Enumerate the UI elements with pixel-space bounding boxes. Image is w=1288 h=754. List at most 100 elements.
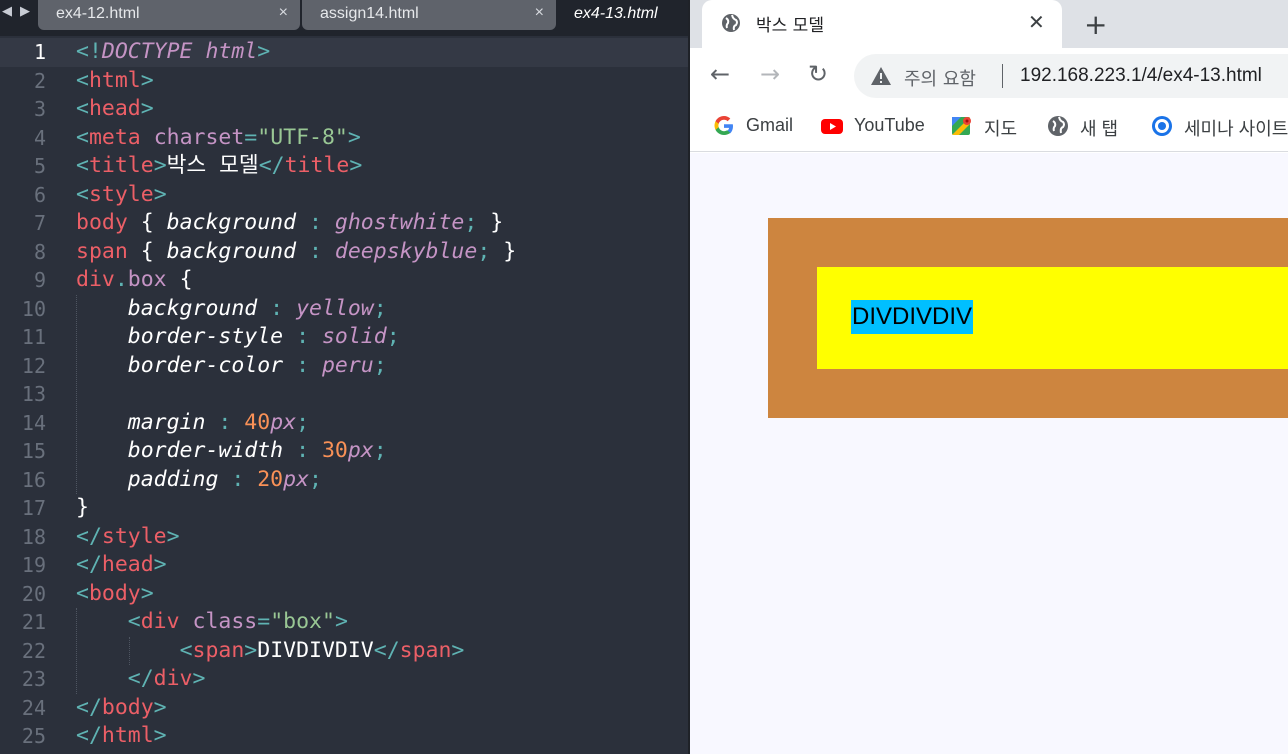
- code-line[interactable]: 12 border-color : peru;: [0, 352, 688, 381]
- code-text[interactable]: <html>: [76, 67, 154, 96]
- tab-scroll-left-icon[interactable]: ◀: [2, 4, 12, 19]
- code-line[interactable]: 7 body { background : ghostwhite; }: [0, 209, 688, 238]
- code-line[interactable]: 13: [0, 380, 688, 409]
- tab-scroll-right-icon[interactable]: ▶: [20, 4, 30, 19]
- code-text[interactable]: <meta charset="UTF-8">: [76, 124, 361, 153]
- line-number[interactable]: 9: [0, 266, 46, 295]
- code-line[interactable]: 24 </body>: [0, 694, 688, 723]
- code-text[interactable]: <span>DIVDIVDIV</span>: [76, 637, 465, 666]
- line-number[interactable]: 17: [0, 494, 46, 523]
- line-number[interactable]: 12: [0, 352, 46, 381]
- code-text[interactable]: padding : 20px;: [76, 466, 322, 495]
- code-text[interactable]: <!DOCTYPE html>: [76, 38, 270, 67]
- code-text[interactable]: </body>: [76, 694, 167, 723]
- code-line[interactable]: 15 border-width : 30px;: [0, 437, 688, 466]
- code-text[interactable]: </div>: [76, 665, 206, 694]
- line-number[interactable]: 11: [0, 323, 46, 352]
- code-line[interactable]: 17}: [0, 494, 688, 523]
- code-text[interactable]: div.box {: [76, 266, 193, 295]
- bookmark-label: Gmail: [746, 115, 794, 135]
- close-icon[interactable]: ×: [279, 4, 288, 22]
- line-number[interactable]: 5: [0, 152, 46, 181]
- code-line[interactable]: 25 </html>: [0, 722, 688, 751]
- forward-arrow-icon[interactable]: →: [760, 60, 780, 88]
- code-text[interactable]: <title>박스 모델</title>: [76, 152, 362, 181]
- code-text[interactable]: <body>: [76, 580, 154, 609]
- close-icon[interactable]: ✕: [1028, 10, 1045, 34]
- line-number[interactable]: 18: [0, 523, 46, 552]
- line-number[interactable]: 6: [0, 181, 46, 210]
- code-line[interactable]: 10 background : yellow;: [0, 295, 688, 324]
- code-token: <: [76, 181, 89, 207]
- editor-tab-assign14[interactable]: assign14.html ×: [302, 0, 556, 30]
- security-warning-text[interactable]: 주의 요함: [904, 65, 976, 91]
- new-tab-plus-icon[interactable]: +: [1084, 8, 1107, 41]
- browser-toolbar: ← → ↻ 주의 요함 192.168.223.1/4/ex4-13.html: [690, 48, 1288, 104]
- code-text[interactable]: <head>: [76, 95, 154, 124]
- line-number[interactable]: 1: [0, 38, 46, 67]
- code-line[interactable]: 18 </style>: [0, 523, 688, 552]
- address-bar[interactable]: 주의 요함 192.168.223.1/4/ex4-13.html: [854, 54, 1288, 98]
- line-number[interactable]: 20: [0, 580, 46, 609]
- back-arrow-icon[interactable]: ←: [710, 60, 730, 88]
- code-line[interactable]: 16 padding : 20px;: [0, 466, 688, 495]
- code-text[interactable]: body { background : ghostwhite; }: [76, 209, 503, 238]
- code-line[interactable]: 5 <title>박스 모델</title>: [0, 152, 688, 181]
- browser-tab-active[interactable]: 박스 모델 ✕: [702, 0, 1062, 48]
- line-number[interactable]: 2: [0, 67, 46, 96]
- code-text[interactable]: </style>: [76, 523, 180, 552]
- code-token: span: [399, 637, 452, 663]
- url-text[interactable]: 192.168.223.1/4/ex4-13.html: [1020, 65, 1262, 87]
- code-text[interactable]: <div class="box">: [76, 608, 348, 637]
- code-text[interactable]: </head>: [76, 551, 167, 580]
- line-number[interactable]: 15: [0, 437, 46, 466]
- line-number[interactable]: 4: [0, 124, 46, 153]
- code-text[interactable]: <style>: [76, 181, 167, 210]
- line-number[interactable]: 14: [0, 409, 46, 438]
- line-number[interactable]: 24: [0, 694, 46, 723]
- code-line[interactable]: 21 <div class="box">: [0, 608, 688, 637]
- code-line[interactable]: 2 <html>: [0, 67, 688, 96]
- code-line[interactable]: 14 margin : 40px;: [0, 409, 688, 438]
- code-editor[interactable]: ◀ ▶ ex4-12.html × assign14.html × ex4-13…: [0, 0, 688, 754]
- code-line[interactable]: 22 <span>DIVDIVDIV</span>: [0, 637, 688, 666]
- code-line[interactable]: 9 div.box {: [0, 266, 688, 295]
- code-text[interactable]: border-width : 30px;: [76, 437, 387, 466]
- line-number[interactable]: 25: [0, 722, 46, 751]
- line-number[interactable]: 13: [0, 380, 46, 409]
- line-number[interactable]: 3: [0, 95, 46, 124]
- code-text[interactable]: background : yellow;: [76, 295, 387, 324]
- tab-scroll-arrows[interactable]: ◀ ▶: [0, 4, 40, 26]
- line-number[interactable]: 16: [0, 466, 46, 495]
- code-line[interactable]: 6 <style>: [0, 181, 688, 210]
- line-number[interactable]: 23: [0, 665, 46, 694]
- line-number[interactable]: 10: [0, 295, 46, 324]
- code-line[interactable]: 11 border-style : solid;: [0, 323, 688, 352]
- code-line[interactable]: 1 <!DOCTYPE html>: [0, 38, 688, 67]
- editor-tab-ex4-13-active[interactable]: ex4-13.html: [556, 0, 688, 30]
- reload-icon[interactable]: ↻: [808, 60, 828, 88]
- warning-triangle-icon[interactable]: [870, 65, 892, 87]
- code-text[interactable]: span { background : deepskyblue; }: [76, 238, 516, 267]
- code-line[interactable]: 23 </div>: [0, 665, 688, 694]
- code-line[interactable]: 3 <head>: [0, 95, 688, 124]
- code-text[interactable]: border-color : peru;: [76, 352, 387, 381]
- code-text[interactable]: </html>: [76, 722, 167, 751]
- editor-tab-ex4-12[interactable]: ex4-12.html ×: [38, 0, 300, 30]
- line-number[interactable]: 7: [0, 209, 46, 238]
- code-line[interactable]: 19 </head>: [0, 551, 688, 580]
- line-number[interactable]: 19: [0, 551, 46, 580]
- code-text[interactable]: }: [76, 494, 89, 523]
- code-area[interactable]: 1 <!DOCTYPE html> 2 <html> 3 <head> 4 <meta cha…: [0, 38, 688, 754]
- code-text[interactable]: border-style : solid;: [76, 323, 400, 352]
- code-text[interactable]: margin : 40px;: [76, 409, 309, 438]
- line-number[interactable]: 8: [0, 238, 46, 267]
- code-token: div: [153, 666, 193, 691]
- code-line[interactable]: 20 <body>: [0, 580, 688, 609]
- line-number[interactable]: 22: [0, 637, 46, 666]
- line-number[interactable]: 21: [0, 608, 46, 637]
- code-line[interactable]: 4 <meta charset="UTF-8">: [0, 124, 688, 153]
- code-line[interactable]: 8 span { background : deepskyblue; }: [0, 238, 688, 267]
- close-icon[interactable]: ×: [535, 4, 544, 22]
